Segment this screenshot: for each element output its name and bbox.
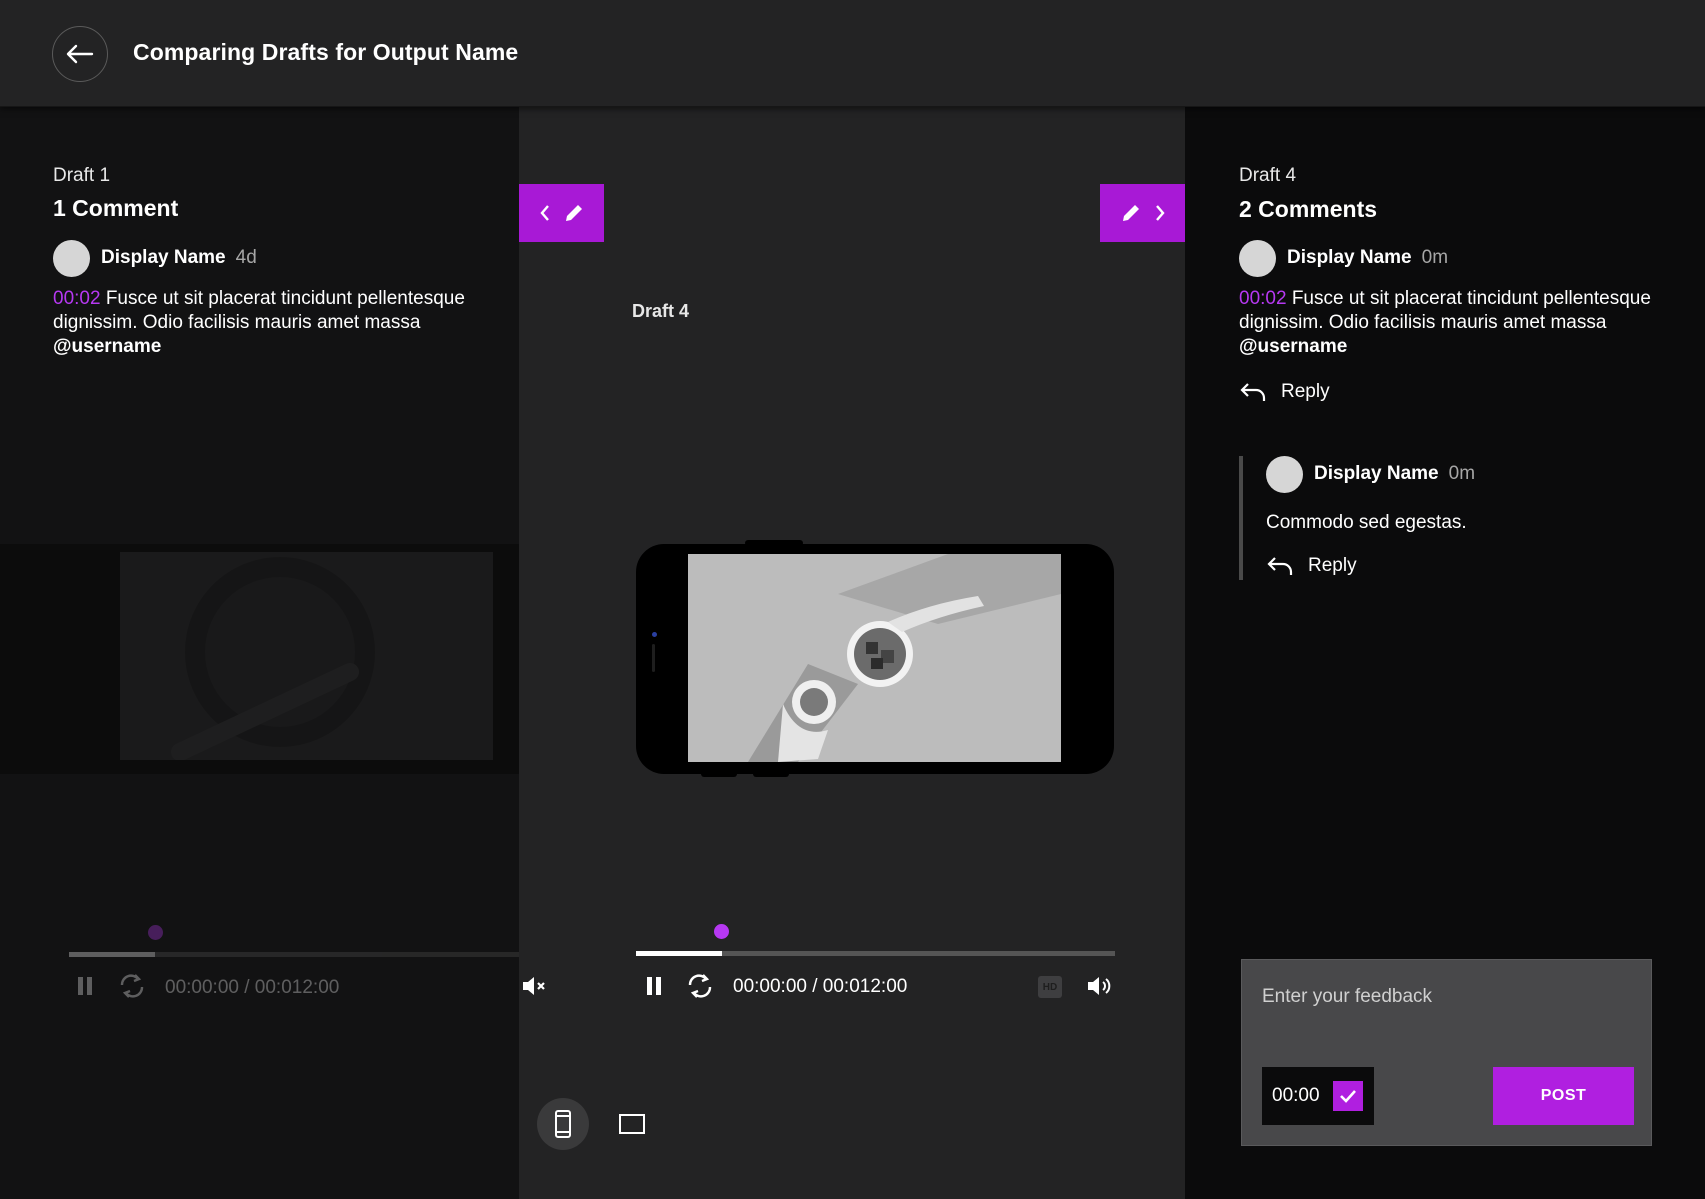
draft-4-comment: Display Name 0m 00:02 Fusce ut sit place…: [1239, 239, 1659, 403]
hd-icon: HD: [1042, 981, 1058, 993]
hd-toggle-button[interactable]: HD: [1038, 976, 1062, 998]
feedback-input[interactable]: [1262, 982, 1632, 1012]
mobile-view-toggle[interactable]: [537, 1098, 589, 1150]
reply-time: 0m: [1448, 463, 1476, 484]
chevron-left-icon: [539, 205, 549, 221]
post-button[interactable]: POST: [1493, 1067, 1634, 1125]
comment-text: 00:02 Fusce ut sit placerat tincidunt pe…: [53, 288, 465, 357]
scrubber-handle[interactable]: [714, 924, 729, 939]
draft-1-phone-frame: [0, 544, 519, 774]
comment-time: 4d: [235, 247, 257, 268]
draft-4-comment-count: 2 Comments: [1239, 196, 1378, 222]
comment-time: 0m: [1421, 247, 1449, 268]
volume-button[interactable]: [1085, 973, 1113, 999]
reply-thread-line: [1239, 456, 1243, 580]
draft-1-video: [120, 552, 493, 760]
left-draft-panel: 00:00:00 / 00:012:00 Draft 1 1 Comment D…: [0, 107, 519, 1199]
loop-button[interactable]: [685, 971, 715, 1001]
draft-1-comment: Display Name 4d 00:02 Fusce ut sit place…: [53, 239, 473, 359]
chevron-right-icon: [1155, 205, 1165, 221]
progress-fill: [636, 951, 722, 956]
page-title: Comparing Drafts for Output Name: [133, 39, 519, 65]
check-icon: [1340, 1090, 1356, 1103]
draft-1-comment-count: 1 Comment: [53, 195, 179, 221]
mention-link[interactable]: @username: [53, 336, 161, 357]
muted-icon: [523, 977, 545, 995]
time-display: 00:00:00 / 00:012:00: [733, 976, 908, 997]
draft-4-label: Draft 4: [1239, 165, 1297, 186]
prev-draft-edit-button[interactable]: [519, 184, 604, 242]
reply-author: Display Name: [1314, 463, 1439, 484]
arrow-left-icon: [66, 44, 94, 64]
avatar: [53, 239, 90, 277]
comment-author: Display Name: [101, 247, 226, 268]
phone-frame: [636, 540, 1114, 777]
center-draft-label: Draft 4: [632, 301, 690, 321]
reply-text: Commodo sed egestas.: [1266, 512, 1467, 533]
comment-timestamp-link[interactable]: 00:02: [1239, 288, 1287, 309]
timestamp-checkbox[interactable]: [1333, 1081, 1363, 1111]
comment-text: 00:02 Fusce ut sit placerat tincidunt pe…: [1239, 288, 1651, 357]
loop-icon: [688, 974, 712, 998]
reply-icon: [1267, 557, 1293, 575]
comment-timestamp-link[interactable]: 00:02: [53, 288, 101, 309]
video-thumbnail: [688, 554, 1061, 762]
volume-icon: [1088, 977, 1111, 995]
smartphone-icon: [555, 1110, 571, 1138]
header: Comparing Drafts for Output Name: [0, 0, 1705, 107]
timestamp-value: 00:00: [1272, 1085, 1320, 1106]
avatar: [1266, 455, 1303, 493]
center-player-panel: Draft 4 00:00:00 / 00:012:00 HD: [519, 107, 1185, 1199]
draft-4-reply: Display Name 0m Commodo sed egestas. Rep…: [1266, 455, 1686, 577]
avatar: [1239, 239, 1276, 277]
comment-author: Display Name: [1287, 247, 1412, 268]
timestamp-field[interactable]: 00:00: [1262, 1067, 1374, 1125]
pause-icon: [647, 977, 661, 995]
reply-button[interactable]: Reply: [1266, 555, 1686, 577]
mention-link[interactable]: @username: [1239, 336, 1347, 357]
desktop-view-toggle[interactable]: [612, 1108, 652, 1140]
pause-button[interactable]: [641, 973, 667, 999]
reply-label: Reply: [1281, 381, 1330, 402]
monitor-icon: [619, 1114, 645, 1134]
pencil-icon: [565, 205, 582, 221]
video-frame[interactable]: [688, 554, 1061, 762]
feedback-composer: 00:00 POST: [1241, 959, 1652, 1146]
reply-icon: [1240, 383, 1266, 401]
back-button[interactable]: [52, 26, 108, 82]
reply-label: Reply: [1308, 555, 1357, 576]
pencil-icon: [1122, 205, 1139, 221]
draft-1-label: Draft 1: [53, 165, 111, 186]
reply-button[interactable]: Reply: [1239, 381, 1659, 403]
draft-1-time-display: 00:00:00 / 00:012:00: [165, 977, 340, 998]
next-draft-edit-button[interactable]: [1100, 184, 1185, 242]
mute-button[interactable]: [519, 973, 549, 999]
